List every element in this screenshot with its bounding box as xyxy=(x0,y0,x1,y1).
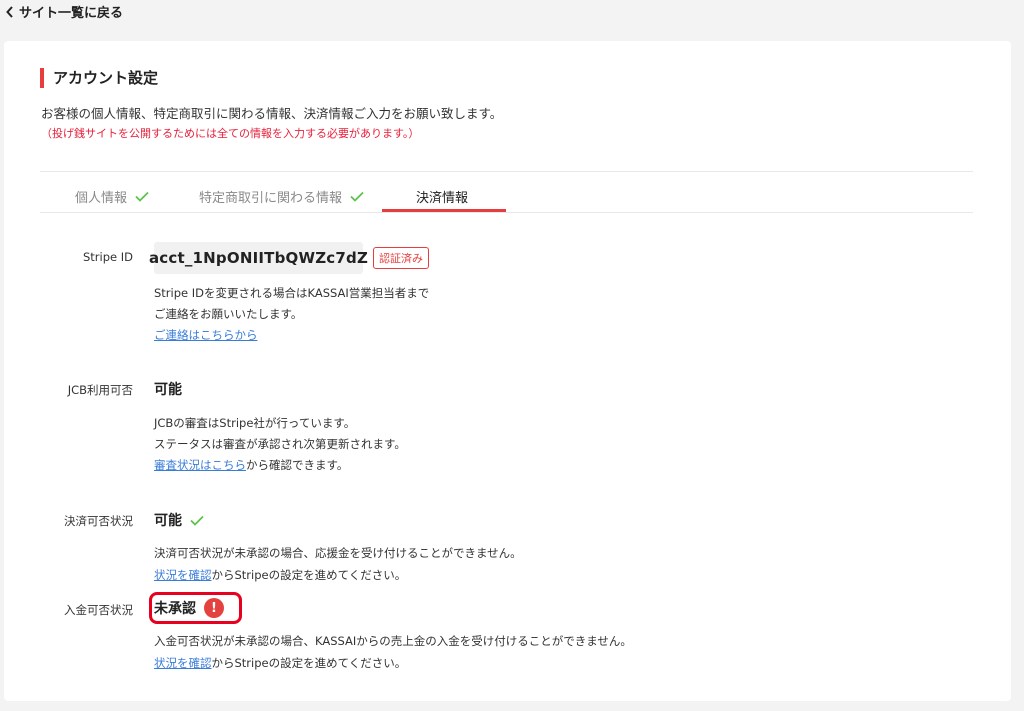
jcb-status-text: 可能 xyxy=(154,382,182,398)
jcb-review-suffix: から確認できます。 xyxy=(246,458,349,472)
payment-check-suffix: からStripeの設定を進めてください。 xyxy=(211,568,407,582)
chevron-left-icon xyxy=(6,5,13,18)
review-status-link[interactable]: 審査状況はこちら xyxy=(154,458,246,472)
page-description: お客様の個人情報、特定商取引に関わる情報、決済情報ご入力をお願い致します。 xyxy=(41,106,503,121)
tab-personal-info-label: 個人情報 xyxy=(75,191,128,206)
stripe-id-label: Stripe ID xyxy=(82,250,133,264)
deposit-status-highlight xyxy=(149,592,242,624)
page-title: アカウント設定 xyxy=(40,67,158,88)
tabs-divider-top xyxy=(40,171,973,172)
deposit-help-line1: 入金可否状況が未承認の場合、KASSAIからの売上金の入金を受け付けることができ… xyxy=(154,634,632,648)
payment-status-label: 決済可否状況 xyxy=(64,514,133,528)
check-icon xyxy=(350,191,364,202)
check-icon xyxy=(190,515,204,526)
tab-personal-info[interactable]: 個人情報 xyxy=(75,187,149,206)
tabs-divider-bottom xyxy=(40,212,973,213)
deposit-check-status-link[interactable]: 状況を確認 xyxy=(154,656,212,670)
verified-badge: 認証済み xyxy=(373,247,429,269)
payment-status: 可能 xyxy=(154,510,204,530)
deposit-check-line: 状況を確認からStripeの設定を進めてください。 xyxy=(154,655,406,671)
stripe-help-line1: Stripe IDを変更される場合はKASSAI営業担当者まで xyxy=(154,286,430,300)
payment-help-line1: 決済可否状況が未承認の場合、応援金を受け付けることができません。 xyxy=(154,546,522,560)
page-note: （投げ銭サイトを公開するためには全ての情報を入力する必要があります。） xyxy=(41,127,420,140)
stripe-id-value: acct_1NpONIITbQWZc7dZ xyxy=(149,242,368,274)
jcb-label: JCB利用可否 xyxy=(67,383,133,397)
page-title-text: アカウント設定 xyxy=(53,69,159,87)
payment-status-text: 可能 xyxy=(154,513,182,529)
account-settings-card: アカウント設定 お客様の個人情報、特定商取引に関わる情報、決済情報ご入力をお願い… xyxy=(4,41,1011,701)
tab-commercial-info[interactable]: 特定商取引に関わる情報 xyxy=(199,187,364,206)
tab-commercial-info-label: 特定商取引に関わる情報 xyxy=(199,191,343,206)
jcb-review-line: 審査状況はこちらから確認できます。 xyxy=(154,457,348,473)
deposit-status-label: 入金可否状況 xyxy=(64,603,133,617)
deposit-check-suffix: からStripeの設定を進めてください。 xyxy=(211,656,407,670)
stripe-help-line2: ご連絡をお願いいたします。 xyxy=(154,307,303,321)
back-label: サイト一覧に戻る xyxy=(19,6,124,21)
jcb-status: 可能 xyxy=(154,379,182,399)
tab-payment-info[interactable]: 決済情報 xyxy=(416,187,468,206)
back-to-site-list-link[interactable]: サイト一覧に戻る xyxy=(6,2,123,21)
contact-link[interactable]: ご連絡はこちらから xyxy=(154,327,258,343)
payment-check-line: 状況を確認からStripeの設定を進めてください。 xyxy=(154,567,406,583)
jcb-help-line2: ステータスは審査が承認され次第更新されます。 xyxy=(154,437,406,451)
jcb-help-line1: JCBの審査はStripe社が行っています。 xyxy=(154,416,356,430)
title-accent-bar xyxy=(40,67,44,88)
tab-payment-info-label: 決済情報 xyxy=(416,191,469,206)
check-icon xyxy=(135,191,149,202)
payment-check-status-link[interactable]: 状況を確認 xyxy=(154,568,212,582)
